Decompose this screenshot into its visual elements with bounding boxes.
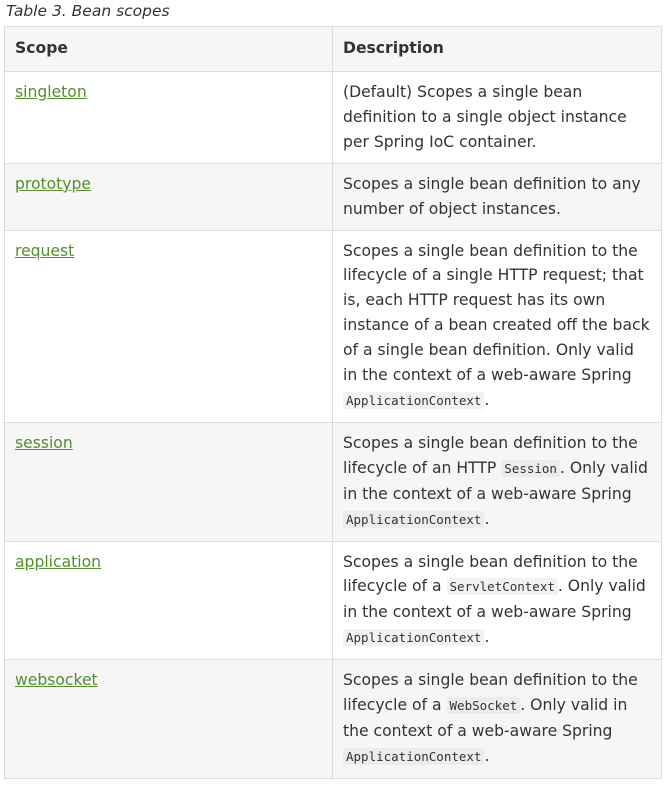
description-cell: Scopes a single bean definition to the l… xyxy=(332,421,662,542)
scope-cell: session xyxy=(4,421,333,542)
scope-link-session[interactable]: session xyxy=(15,434,73,452)
code-session: Session xyxy=(501,459,560,477)
description-text: Scopes a single bean definition to any n… xyxy=(343,174,641,218)
description-cell: Scopes a single bean definition to the l… xyxy=(332,540,662,661)
table-caption: Table 3. Bean scopes xyxy=(6,2,170,20)
table-row: prototype Scopes a single bean definitio… xyxy=(4,162,662,231)
code-application-context: ApplicationContext xyxy=(343,747,485,765)
description-text: (Default) Scopes a single bean definitio… xyxy=(343,83,627,151)
table-row: request Scopes a single bean definition … xyxy=(4,229,662,423)
table-row: application Scopes a single bean definit… xyxy=(4,540,662,661)
table-header-row: Scope Description xyxy=(4,26,662,72)
description-text-end: . xyxy=(484,509,490,528)
code-application-context: ApplicationContext xyxy=(343,510,485,528)
scope-cell: prototype xyxy=(4,162,333,231)
table-row: session Scopes a single bean definition … xyxy=(4,421,662,542)
bean-scopes-table: Scope Description singleton (Default) Sc… xyxy=(4,26,662,779)
table-row: singleton (Default) Scopes a single bean… xyxy=(4,71,662,164)
description-text-end: . xyxy=(484,390,490,409)
scope-link-application[interactable]: application xyxy=(15,553,101,571)
column-header-scope: Scope xyxy=(4,26,333,72)
code-websocket: WebSocket xyxy=(446,697,521,715)
scope-cell: singleton xyxy=(4,71,333,164)
description-cell: Scopes a single bean definition to the l… xyxy=(332,659,662,779)
code-servlet-context: ServletContext xyxy=(446,578,558,596)
scope-link-request[interactable]: request xyxy=(15,242,74,260)
scope-link-singleton[interactable]: singleton xyxy=(15,83,87,101)
code-application-context: ApplicationContext xyxy=(343,629,485,647)
scope-link-prototype[interactable]: prototype xyxy=(15,175,91,193)
table-row: websocket Scopes a single bean definitio… xyxy=(4,659,662,779)
description-text-end: . xyxy=(484,746,490,765)
scope-cell: application xyxy=(4,540,333,661)
description-cell: Scopes a single bean definition to any n… xyxy=(332,162,662,231)
description-cell: (Default) Scopes a single bean definitio… xyxy=(332,71,662,164)
description-cell: Scopes a single bean definition to the l… xyxy=(332,229,662,423)
scope-cell: websocket xyxy=(4,659,333,779)
description-text: Scopes a single bean definition to the l… xyxy=(343,241,650,385)
scope-link-websocket[interactable]: websocket xyxy=(15,671,98,689)
code-application-context: ApplicationContext xyxy=(343,391,485,409)
scope-cell: request xyxy=(4,229,333,423)
description-text-end: . xyxy=(484,628,490,647)
column-header-description: Description xyxy=(332,26,662,72)
